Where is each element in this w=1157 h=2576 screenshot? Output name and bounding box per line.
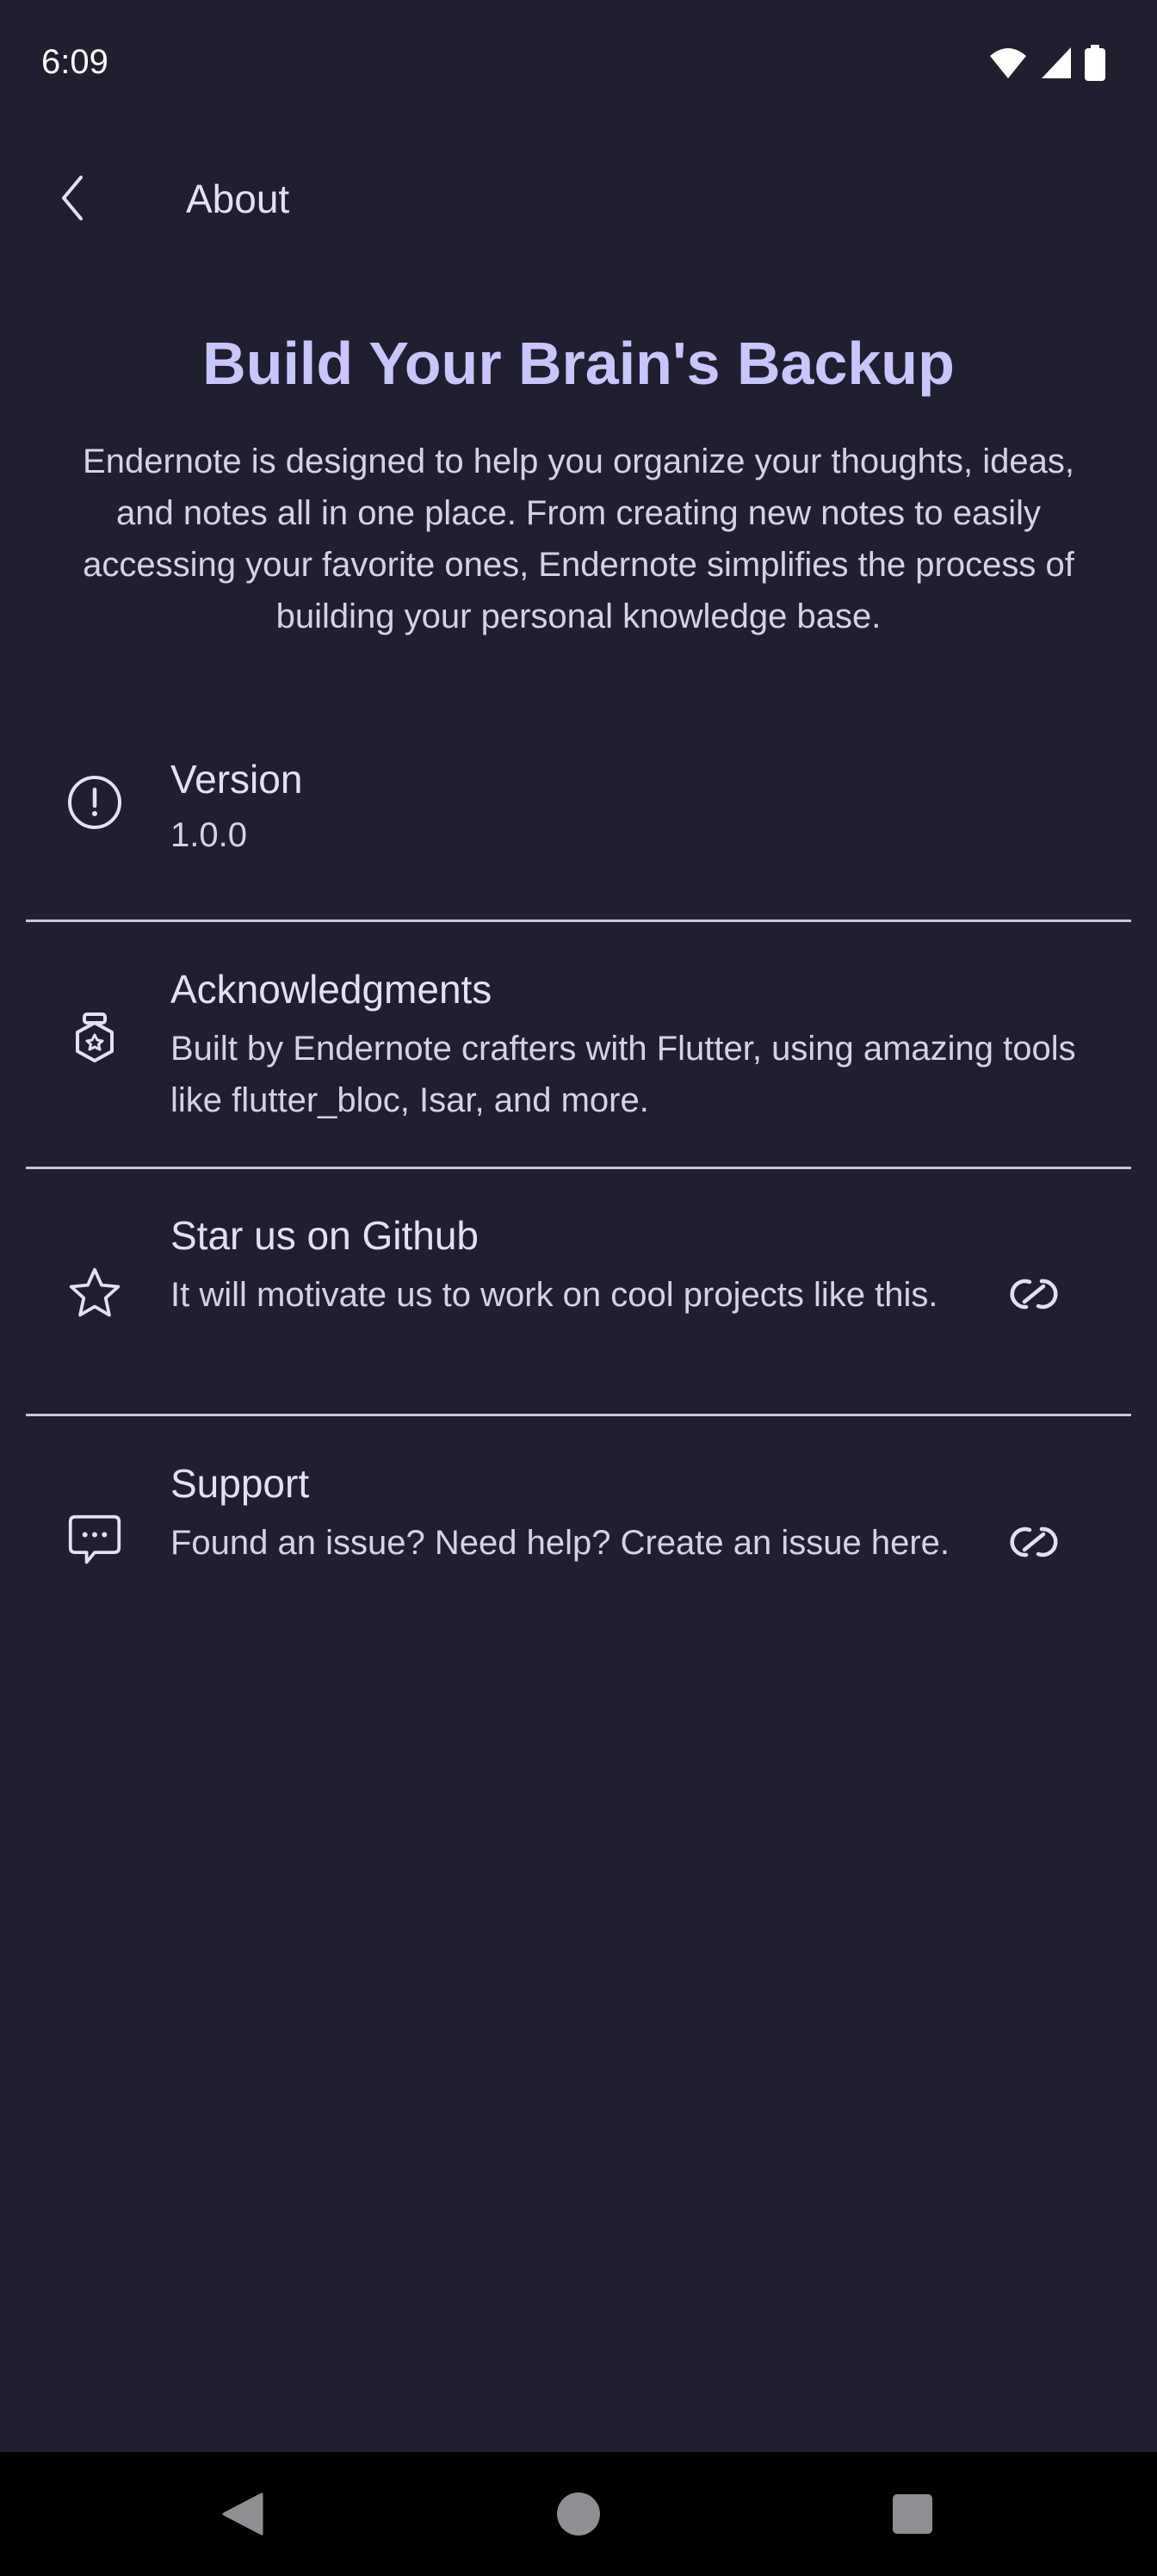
nav-back-button[interactable] <box>215 2486 270 2542</box>
system-nav-bar <box>0 2452 1157 2576</box>
chevron-left-icon <box>62 176 83 220</box>
acknowledgments-title: Acknowledgments <box>170 967 492 1012</box>
badge-icon <box>67 1012 122 1069</box>
square-recents-icon <box>893 2494 932 2534</box>
list-item-version: Version 1.0.0 <box>26 740 1131 913</box>
wifi-icon <box>990 48 1026 78</box>
app-bar: About <box>0 131 1157 276</box>
status-time: 6:09 <box>41 43 108 81</box>
list-item-star-github[interactable]: Star us on Github It will motivate us to… <box>26 1193 1131 1409</box>
divider <box>26 1414 1131 1416</box>
list-item-acknowledgments: Acknowledgments Built by Endernote craft… <box>26 947 1131 1162</box>
nav-recents-button[interactable] <box>885 2486 940 2542</box>
page-title: About <box>186 176 290 221</box>
status-icons <box>988 45 1105 81</box>
back-button[interactable] <box>38 164 107 232</box>
link-icon[interactable] <box>1004 1512 1064 1572</box>
chat-bubble-icon <box>67 1514 122 1569</box>
circle-home-icon <box>557 2492 600 2536</box>
version-value: 1.0.0 <box>170 816 247 854</box>
support-description: Found an issue? Need help? Create an iss… <box>170 1524 950 1562</box>
status-bar: 6:09 <box>0 0 1157 131</box>
hero-description: Endernote is designed to help you organi… <box>83 443 1074 635</box>
acknowledgments-description: Built by Endernote crafters with Flutter… <box>170 1030 1076 1119</box>
nav-home-button[interactable] <box>551 2486 606 2542</box>
battery-icon <box>1085 45 1105 81</box>
list-item-support[interactable]: Support Found an issue? Need help? Creat… <box>26 1441 1131 1656</box>
star-icon <box>67 1266 122 1321</box>
link-icon[interactable] <box>1004 1264 1064 1324</box>
hero-title: Build Your Brain's Backup <box>202 330 955 397</box>
version-title: Version <box>170 757 303 802</box>
cellular-signal-icon <box>1042 47 1071 78</box>
star-github-title: Star us on Github <box>170 1213 479 1258</box>
triangle-back-icon <box>222 2492 263 2536</box>
divider <box>26 1167 1131 1169</box>
info-circle-icon <box>67 775 122 830</box>
divider <box>26 920 1131 922</box>
star-github-description: It will motivate us to work on cool proj… <box>170 1276 938 1314</box>
support-title: Support <box>170 1461 310 1506</box>
